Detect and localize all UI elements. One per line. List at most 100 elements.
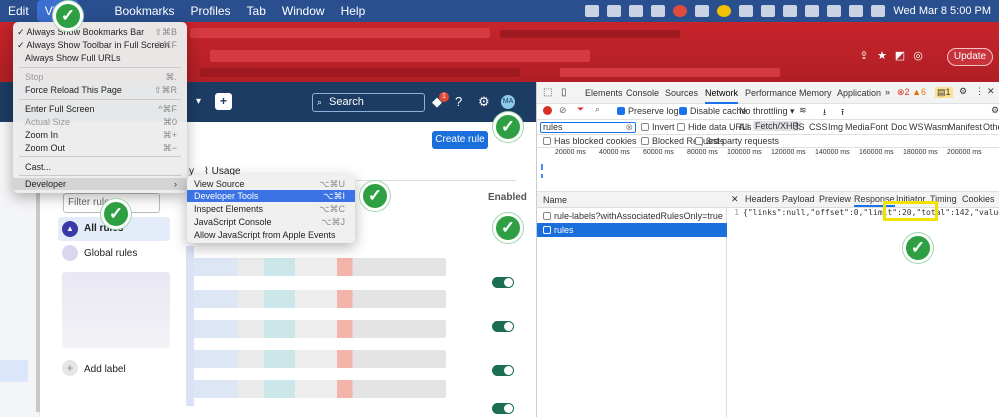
detail-tab-cookies[interactable]: Cookies — [962, 194, 995, 204]
status-icon[interactable] — [629, 5, 644, 17]
enabled-toggle[interactable] — [492, 403, 514, 414]
extension-icon[interactable]: ◎ — [912, 50, 924, 62]
type-filter-ws[interactable]: WS — [909, 122, 924, 132]
device-toolbar-icon[interactable]: ▯ — [561, 87, 567, 98]
wifi-icon[interactable] — [827, 5, 842, 17]
response-body-viewer[interactable]: 1 {"links":null,"offset":0,"limit":20,"to… — [727, 208, 999, 217]
export-har-icon[interactable]: ⭱ — [841, 105, 844, 121]
enabled-toggle[interactable] — [492, 277, 514, 288]
filter-funnel-icon[interactable]: ⏷ — [577, 104, 584, 115]
menu-bookmarks[interactable]: Bookmarks — [106, 0, 182, 22]
record-icon[interactable] — [543, 106, 552, 115]
network-settings-icon[interactable]: ⚙ — [991, 105, 999, 116]
type-filter-css[interactable]: CSS — [809, 122, 828, 132]
menu-item-zoom-in[interactable]: Zoom In ⌘+ — [13, 129, 187, 141]
disable-cache-checkbox[interactable]: Disable cache — [679, 106, 747, 116]
menu-item-show-toolbar-fullscreen[interactable]: ✓ Always Show Toolbar in Full Screen ⇧⌘F — [13, 39, 187, 51]
name-column-header[interactable]: Name — [537, 192, 727, 208]
menu-item-allow-javascript-apple-events[interactable]: Allow JavaScript from Apple Events — [187, 229, 355, 241]
menu-item-zoom-out[interactable]: Zoom Out ⌘− — [13, 142, 187, 154]
clear-filter-icon[interactable]: ⊗ — [625, 123, 633, 132]
third-party-checkbox[interactable]: 3rd-party requests — [695, 136, 779, 146]
type-filter-doc[interactable]: Doc — [891, 122, 907, 132]
menu-edit[interactable]: Edit — [0, 0, 37, 22]
add-label-button[interactable]: Add label — [84, 364, 126, 375]
devtools-tab-network[interactable]: Network — [705, 82, 739, 104]
menu-item-show-bookmarks-bar[interactable]: ✓ Always Show Bookmarks Bar ⇧⌘B — [13, 26, 187, 38]
create-plus-button[interactable]: + — [215, 93, 232, 110]
rule-row[interactable] — [186, 320, 446, 338]
share-icon[interactable]: ⇪ — [858, 50, 870, 62]
status-icon[interactable] — [585, 5, 600, 17]
menu-item-inspect-elements[interactable]: Inspect Elements ⌥⌘C — [187, 203, 355, 215]
import-har-icon[interactable]: ⭳ — [823, 105, 826, 121]
devtools-tab-performance[interactable]: Performance — [745, 82, 797, 104]
status-icon[interactable] — [695, 5, 710, 17]
status-icon[interactable] — [673, 5, 688, 17]
rail-selected-item[interactable] — [0, 360, 28, 382]
close-icon[interactable]: ✕ — [987, 86, 995, 97]
update-button[interactable]: Update — [947, 48, 993, 66]
settings-gear-icon[interactable]: ⚙ — [959, 86, 967, 97]
rule-row[interactable] — [186, 290, 446, 308]
type-filter-other[interactable]: Other — [983, 122, 999, 132]
devtools-tab-console[interactable]: Console — [626, 82, 659, 104]
rule-row[interactable] — [186, 350, 446, 368]
rule-row[interactable] — [186, 380, 446, 398]
menu-window[interactable]: Window — [274, 0, 333, 22]
menu-profiles[interactable]: Profiles — [183, 0, 239, 22]
control-center-icon[interactable] — [871, 5, 886, 17]
menu-help[interactable]: Help — [333, 0, 374, 22]
menu-item-enter-full-screen[interactable]: Enter Full Screen ^⌘F — [13, 103, 187, 115]
devtools-tab-application[interactable]: Application — [837, 82, 881, 104]
star-icon[interactable]: ★ — [876, 50, 888, 62]
create-rule-button[interactable]: Create rule — [432, 131, 488, 149]
detail-tab-preview[interactable]: Preview — [819, 194, 851, 204]
help-icon[interactable]: ? — [455, 94, 462, 109]
extension-icon[interactable]: ◩ — [894, 50, 906, 62]
sidebar-item-global-rules[interactable]: Global rules — [84, 248, 137, 259]
type-filter-js[interactable]: JS — [794, 122, 805, 132]
network-timeline-overview[interactable]: 20000 ms 40000 ms 60000 ms 80000 ms 1000… — [537, 148, 999, 192]
detail-tab-headers[interactable]: Headers — [745, 194, 779, 204]
user-avatar[interactable]: MA — [501, 95, 515, 109]
menu-item-show-full-urls[interactable]: Always Show Full URLs — [13, 52, 187, 64]
battery-icon[interactable] — [805, 5, 820, 17]
preserve-log-checkbox[interactable]: Preserve log — [617, 106, 679, 116]
request-row-rules[interactable]: rules — [537, 223, 727, 237]
enabled-toggle[interactable] — [492, 321, 514, 332]
throttling-select[interactable]: No throttling ▾ — [739, 106, 795, 117]
close-icon[interactable]: ✕ — [731, 194, 739, 205]
inspect-cursor-icon[interactable]: ⬚ — [543, 87, 552, 98]
volume-icon[interactable] — [761, 5, 776, 17]
devtools-tab-sources[interactable]: Sources — [665, 82, 698, 104]
type-filter-manifest[interactable]: Manifest — [948, 122, 982, 132]
type-filter-all[interactable]: All — [739, 122, 749, 132]
menu-item-developer[interactable]: Developer › — [13, 178, 187, 190]
issues-badge[interactable]: ▤1 — [935, 87, 953, 98]
network-conditions-icon[interactable]: ≋ — [799, 105, 807, 116]
type-filter-wasm[interactable]: Wasm — [924, 122, 949, 132]
menu-item-view-source[interactable]: View Source ⌥⌘U — [187, 178, 355, 190]
chevron-down-icon[interactable]: ▾ — [196, 96, 201, 107]
status-icon[interactable] — [717, 5, 732, 17]
network-filter-input[interactable]: rules ⊗ — [540, 122, 636, 133]
menu-item-javascript-console[interactable]: JavaScript Console ⌥⌘J — [187, 216, 355, 228]
request-row-rule-labels[interactable]: rule-labels?withAssociatedRulesOnly=true — [537, 209, 727, 223]
enabled-toggle[interactable] — [492, 365, 514, 376]
menu-item-force-reload[interactable]: Force Reload This Page ⇧⌘R — [13, 84, 187, 96]
blocked-cookies-checkbox[interactable]: Has blocked cookies — [543, 136, 637, 146]
settings-gear-icon[interactable]: ⚙ — [478, 94, 490, 110]
menu-item-cast[interactable]: Cast... — [13, 161, 187, 173]
search-input[interactable]: ⌕ Search — [312, 93, 425, 112]
type-filter-font[interactable]: Font — [870, 122, 888, 132]
more-tabs-icon[interactable]: » — [885, 87, 890, 97]
type-filter-img[interactable]: Img — [828, 122, 843, 132]
invert-checkbox[interactable]: Invert — [641, 122, 675, 132]
clear-icon[interactable]: ⊘ — [559, 105, 567, 116]
error-count-badge[interactable]: ⊗2 ▲6 — [897, 87, 926, 98]
devtools-tab-elements[interactable]: Elements — [585, 82, 623, 104]
menubar-clock[interactable]: Wed Mar 8 5:00 PM — [893, 5, 991, 17]
menu-item-developer-tools[interactable]: Developer Tools ⌥⌘I — [187, 190, 355, 202]
status-icon[interactable] — [651, 5, 666, 17]
